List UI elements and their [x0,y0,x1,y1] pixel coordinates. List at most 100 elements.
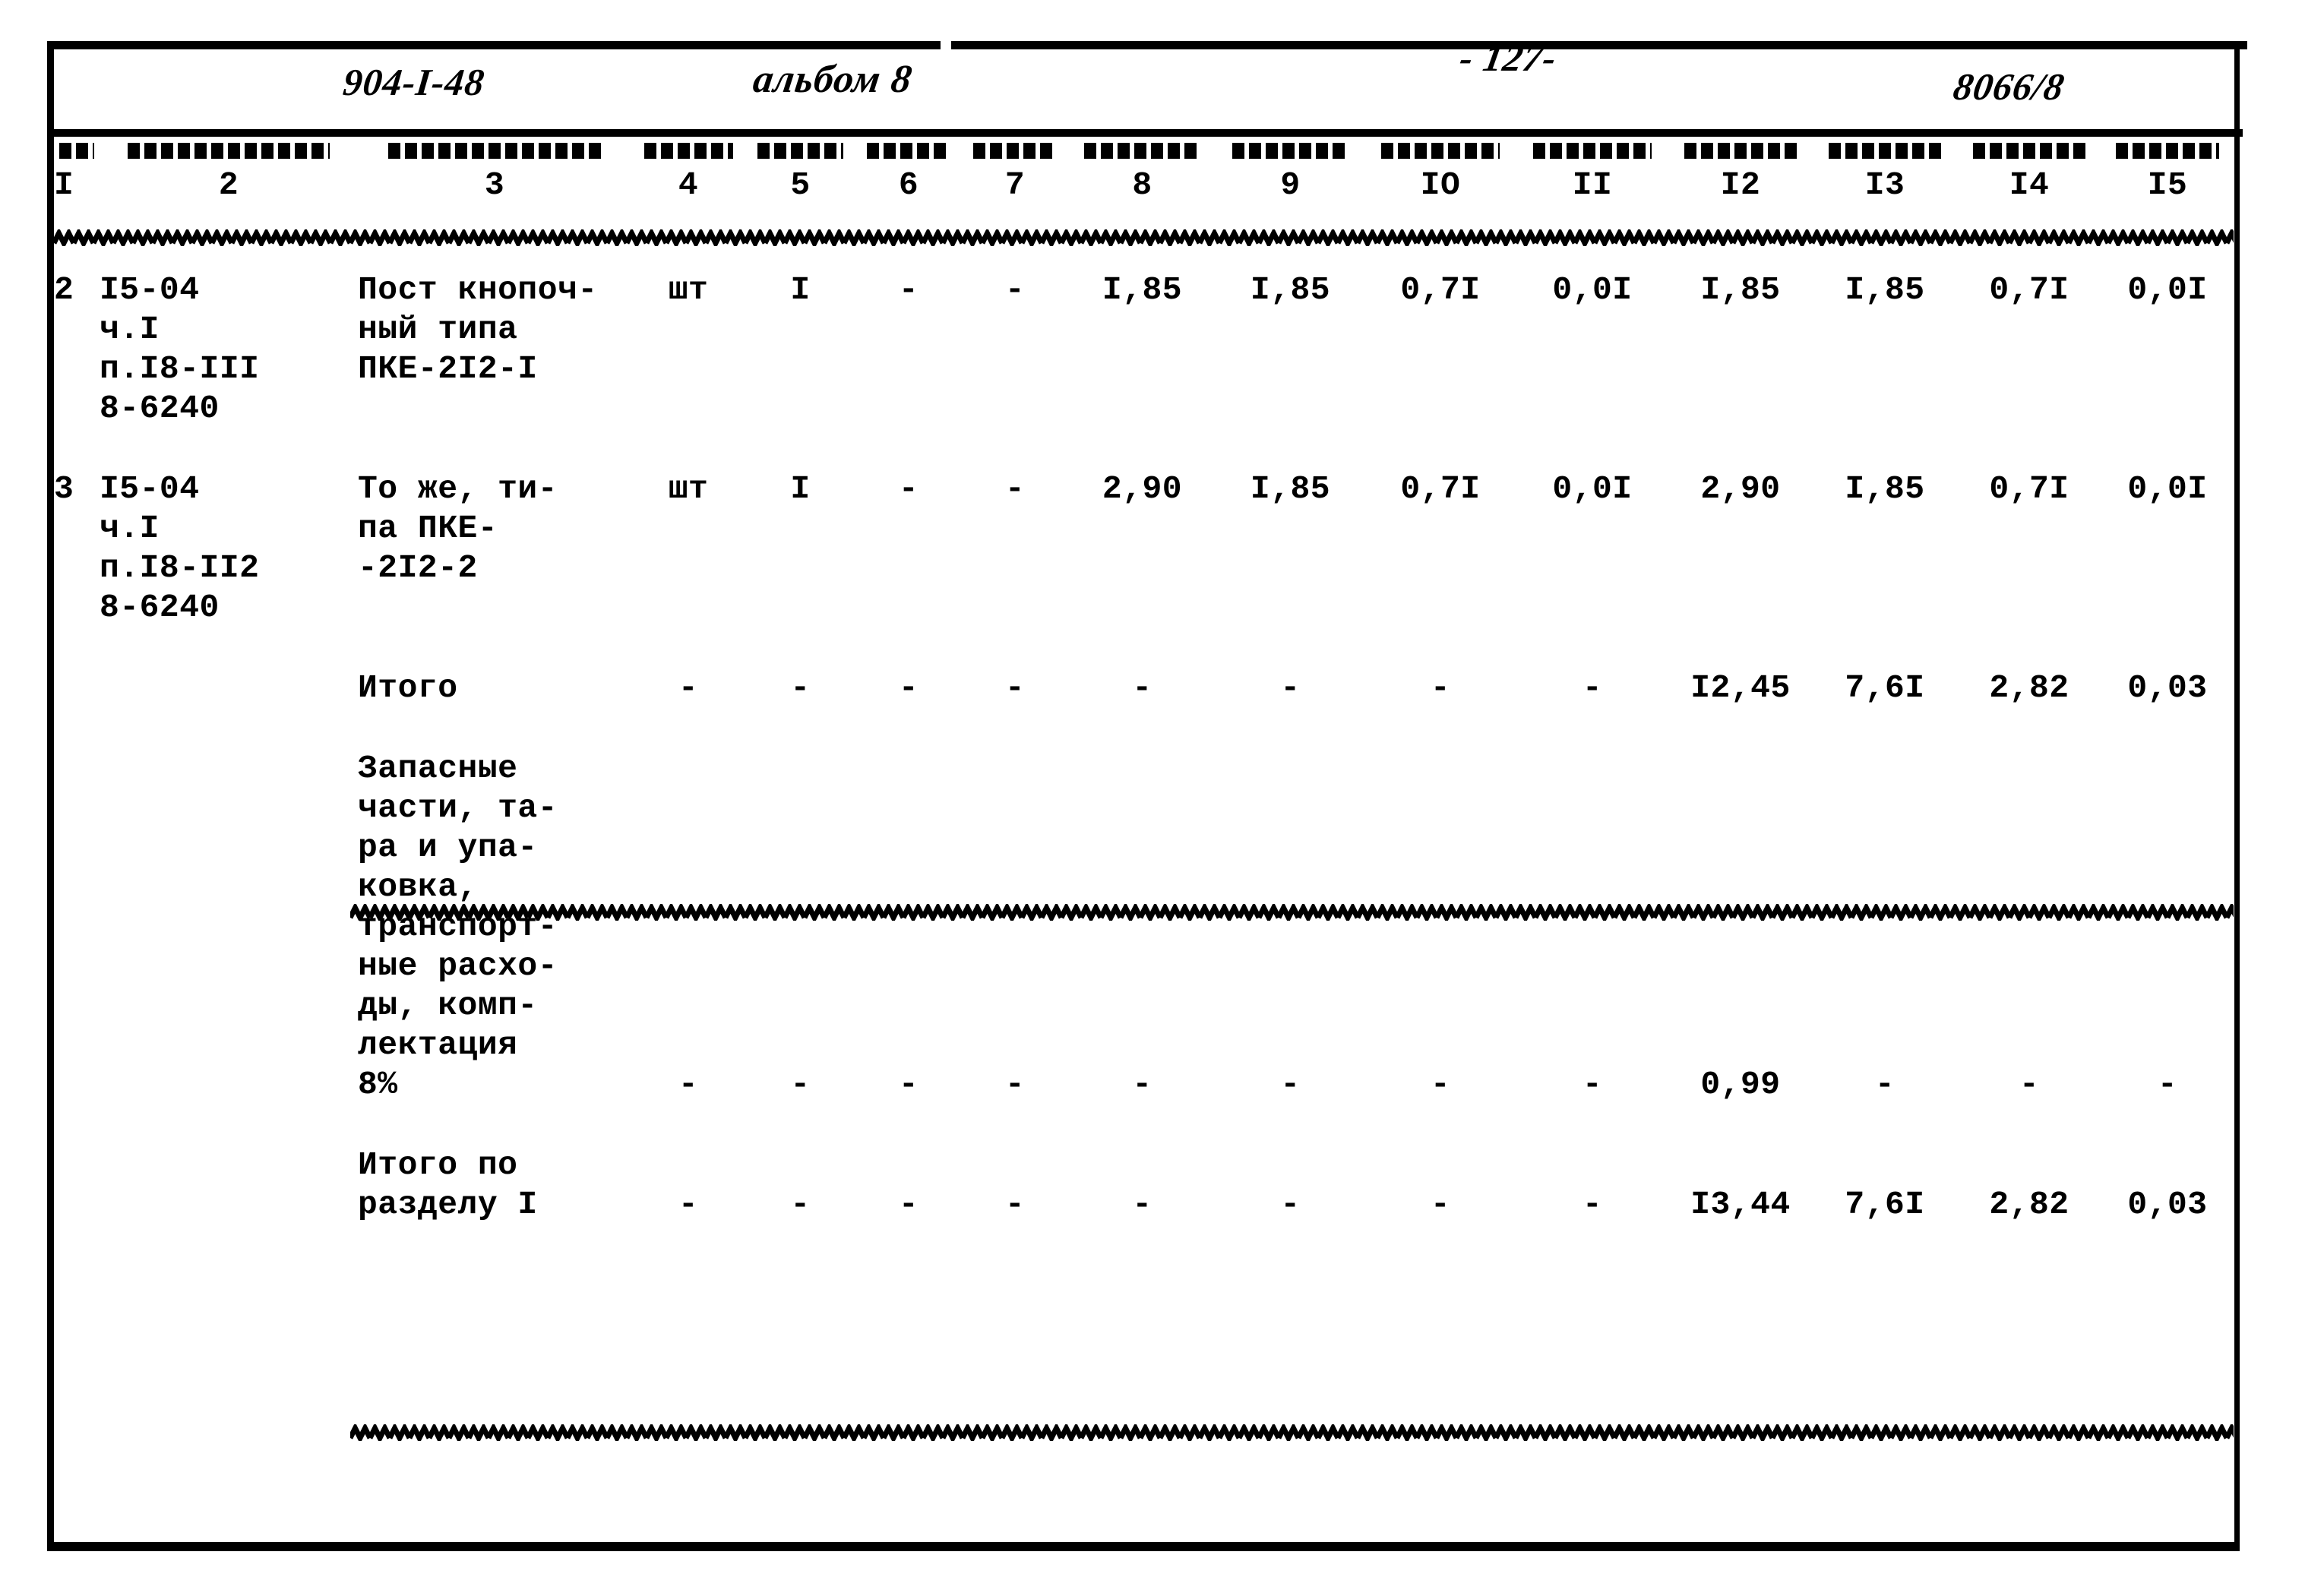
grand-total-unit: - [678,1186,699,1223]
row-unit: шт [668,271,709,308]
row-col14: 0,7I [1989,271,2069,308]
row-col7: - [1004,470,1026,507]
dash-seg-12 [1668,137,1813,166]
spare-unit: - [678,1066,699,1103]
subtotal-index [54,668,100,708]
subtotal-unit: - [678,669,699,706]
row-col8: 2,90 [1102,470,1183,507]
dash-seg-14 [1957,137,2101,166]
column-dash-rule-row [54,137,2234,166]
spare-parts-row: Запасные части, та- ра и упа- ковка, тра… [54,749,2234,1105]
subtotal-quantity: - [790,669,811,706]
column-number-row: I 2 3 4 5 6 7 8 9 IO II I2 I3 I4 I5 [54,166,2234,205]
row-col9: I,85 [1250,470,1331,507]
subtotal-col6: - [898,669,919,706]
grand-total-quantity: - [790,1186,811,1223]
wavy-rule-under-spare-parts [350,1424,2234,1441]
column-number-10: IO [1420,166,1461,204]
row-col15: 0,0I [2127,470,2208,507]
subtotal-col9: - [1280,669,1301,706]
specification-table: I 2 3 4 5 6 7 8 9 IO II I2 I3 I4 I5 2 I5… [54,137,2234,1225]
grand-total-row: Итого по разделу I - - - - - - - - I3,44… [54,1146,2234,1225]
row-col13: I,85 [1845,470,1925,507]
subtotal-col11: - [1582,669,1603,706]
table-row: 3 I5-04 ч.I п.I8-II2 8-6240 То же, ти- п… [54,469,2234,627]
spare-col9: - [1280,1066,1301,1103]
dash-seg-1 [54,137,100,166]
row-col9: I,85 [1250,271,1331,308]
row-col11: 0,0I [1552,271,1633,308]
subtotal-col15: 0,03 [2127,669,2208,706]
dash-seg-4 [631,137,745,166]
subtotal-col8: - [1132,669,1152,706]
subtotal-col13: 7,6I [1845,669,1925,706]
spare-quantity: - [790,1066,811,1103]
column-number-1: I [54,166,74,204]
column-number-13: I3 [1864,166,1905,204]
subtotal-reference [100,668,358,708]
grand-total-col14: 2,82 [1989,1186,2069,1223]
grand-total-col12: I3,44 [1690,1186,1791,1223]
grand-total-col8: - [1132,1186,1152,1223]
row-unit: шт [668,470,709,507]
grand-total-col15: 0,03 [2127,1186,2208,1223]
spare-reference [100,749,358,1105]
sheet-code: 8066/8 [1950,65,2068,108]
grand-total-col10: - [1430,1186,1451,1223]
spacer-before-grand-total [54,1105,2234,1146]
dash-seg-8 [1068,137,1216,166]
grand-total-index [54,1146,100,1225]
row-col14: 0,7I [1989,470,2069,507]
subtotal-col10: - [1430,669,1451,706]
spare-col14: - [2019,1066,2040,1103]
row-col13: I,85 [1845,271,1925,308]
row-col10: 0,7I [1400,470,1481,507]
row-reference-code: I5-04 ч.I п.I8-III 8-6240 [100,271,260,427]
spare-col12: 0,99 [1700,1066,1781,1103]
spacer-between-rows [54,428,2234,469]
column-number-14: I4 [2009,166,2050,204]
column-number-7: 7 [1004,166,1026,204]
spare-col8: - [1132,1066,1152,1103]
grand-total-col6: - [898,1186,919,1223]
row-col10: 0,7I [1400,271,1481,308]
row-index: 3 [54,470,74,507]
spare-index [54,749,100,1105]
spacer-after-header [54,205,2234,270]
spare-col11: - [1582,1066,1603,1103]
column-number-2: 2 [218,166,239,204]
page-header: 904-I-48 альбом 8 - 127- 8066/8 [47,36,2240,129]
spare-col13: - [1874,1066,1896,1103]
row-col15: 0,0I [2127,271,2208,308]
dash-seg-5 [745,137,855,166]
row-col12: I,85 [1700,271,1781,308]
spare-col7: - [1004,1066,1026,1103]
subtotal-col14: 2,82 [1989,669,2069,706]
row-col7: - [1004,271,1026,308]
spacer-before-spare-parts [54,708,2234,749]
row-quantity: I [790,271,811,308]
column-number-9: 9 [1280,166,1301,204]
subtotal-col7: - [1004,669,1026,706]
dash-seg-10 [1364,137,1516,166]
row-col6: - [898,470,919,507]
spare-col15: - [2157,1066,2178,1103]
row-description: То же, ти- па ПКЕ- -2I2-2 [358,470,558,586]
series-code: 904-I-48 [341,61,487,103]
column-number-8: 8 [1132,166,1152,204]
grand-total-col11: - [1582,1186,1603,1223]
row-col11: 0,0I [1552,470,1633,507]
subtotal-col12: I2,45 [1690,669,1791,706]
subtotal-row: Итого - - - - - - - - I2,45 7,6I 2,82 0,… [54,668,2234,708]
grand-total-label: Итого по разделу I [358,1146,538,1223]
album-label: альбом 8 [750,58,915,101]
dash-seg-15 [2101,137,2234,166]
dash-seg-13 [1813,137,1957,166]
spare-label: Запасные части, та- ра и упа- ковка, тра… [358,750,558,1103]
row-index: 2 [54,271,74,308]
column-number-12: I2 [1720,166,1761,204]
table-row: 2 I5-04 ч.I п.I8-III 8-6240 Пост кнопоч-… [54,270,2234,428]
specification-table-area: I 2 3 4 5 6 7 8 9 IO II I2 I3 I4 I5 2 I5… [54,137,2234,1542]
dash-seg-6 [855,137,962,166]
row-col12: 2,90 [1700,470,1781,507]
